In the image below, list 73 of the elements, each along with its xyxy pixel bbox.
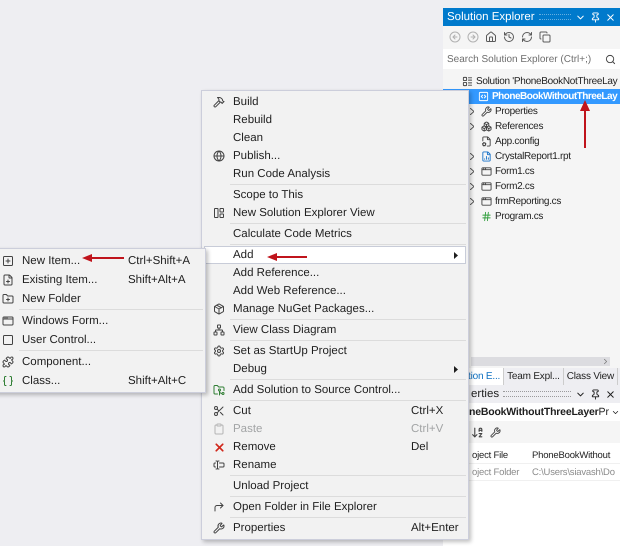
form-icon	[2, 314, 14, 326]
panel-title: Solution Explorer	[447, 11, 535, 23]
pin-icon[interactable]	[590, 388, 601, 400]
text-cursor-icon	[213, 459, 225, 471]
new-item-icon	[2, 254, 14, 266]
search-icon[interactable]	[605, 54, 616, 64]
history-icon[interactable]	[503, 31, 515, 43]
menu-item[interactable]: Debug	[204, 360, 466, 378]
menu-item[interactable]: Remove Del	[204, 438, 466, 456]
menu-item[interactable]: Add Web Reference...	[204, 282, 466, 300]
menu-item[interactable]: Properties Alt+Enter	[204, 519, 466, 537]
settings-icon	[213, 345, 225, 357]
property-name: oject Folder	[471, 466, 520, 480]
menu-item[interactable]: Rename	[204, 456, 466, 474]
curved-arrow-icon	[213, 501, 225, 513]
property-name: oject File	[471, 448, 510, 462]
file-plus-icon	[2, 274, 14, 286]
references-icon	[481, 121, 492, 132]
menu-item[interactable]: New Item... Ctrl+Shift+A	[0, 251, 203, 270]
braces-icon	[2, 374, 14, 386]
globe-icon	[213, 150, 225, 162]
scissors-icon	[213, 405, 225, 417]
menu-item[interactable]: Open Folder in File Explorer	[204, 498, 466, 516]
folder-icon	[2, 292, 14, 304]
annotation-arrow	[267, 253, 307, 261]
property-value: C:\Users\siavash\Do	[531, 466, 616, 480]
menu-item[interactable]: Add	[204, 246, 466, 264]
report-file-icon	[481, 151, 492, 162]
menu-item[interactable]: Unload Project	[204, 477, 466, 495]
puzzle-icon	[2, 356, 14, 368]
close-icon[interactable]	[605, 388, 616, 400]
menu-item[interactable]: Calculate Code Metrics	[204, 225, 466, 243]
panel-title: erties	[471, 388, 500, 400]
menu-item[interactable]: New Folder	[0, 289, 203, 308]
wrench-icon	[481, 106, 492, 117]
collapse-icon[interactable]	[539, 31, 551, 43]
menu-item[interactable]: Manage NuGet Packages...	[204, 300, 466, 318]
clipboard-icon	[213, 423, 225, 435]
home-icon[interactable]	[485, 31, 497, 43]
square-icon	[2, 334, 14, 346]
menu-item[interactable]: View Class Diagram	[204, 321, 466, 339]
package-icon	[213, 303, 225, 315]
window-icon	[213, 207, 225, 219]
diagram-icon	[213, 324, 225, 336]
menu-item[interactable]: Set as StartUp Project	[204, 342, 466, 360]
menu-item[interactable]: Add Solution to Source Control...	[204, 381, 466, 399]
form-icon	[481, 166, 492, 177]
wrench-icon	[213, 522, 225, 534]
search-field[interactable]: Search Solution Explorer (Ctrl+;)	[443, 49, 620, 69]
menu-item[interactable]: Class... Shift+Alt+C	[0, 371, 203, 390]
tree-item[interactable]: Solution 'PhoneBookNotThreeLay	[443, 74, 620, 89]
annotation-arrow	[82, 254, 124, 262]
close-icon	[212, 440, 226, 454]
refresh-icon[interactable]	[521, 31, 533, 43]
sort-icon[interactable]	[471, 426, 484, 438]
form-icon	[481, 196, 492, 207]
annotation-arrow	[580, 100, 590, 148]
menu-item[interactable]: Component...	[0, 352, 203, 371]
hash-icon	[481, 211, 492, 222]
property-value: PhoneBookWithout	[531, 448, 612, 462]
solution-icon	[462, 76, 473, 87]
form-icon	[481, 181, 492, 192]
menu-item[interactable]: Existing Item... Shift+Alt+A	[0, 270, 203, 289]
config-file-icon	[481, 136, 492, 147]
menu-item[interactable]: Windows Form...	[0, 311, 203, 330]
project-icon	[478, 91, 489, 102]
menu-item[interactable]: Add Reference...	[204, 264, 466, 282]
scrollbar[interactable]	[471, 357, 610, 366]
menu-item[interactable]: User Control...	[0, 330, 203, 349]
folder-icon	[213, 384, 225, 396]
hammer-icon	[213, 96, 225, 108]
scroll-right-icon[interactable]	[601, 357, 610, 366]
wrench-icon[interactable]	[490, 426, 501, 438]
